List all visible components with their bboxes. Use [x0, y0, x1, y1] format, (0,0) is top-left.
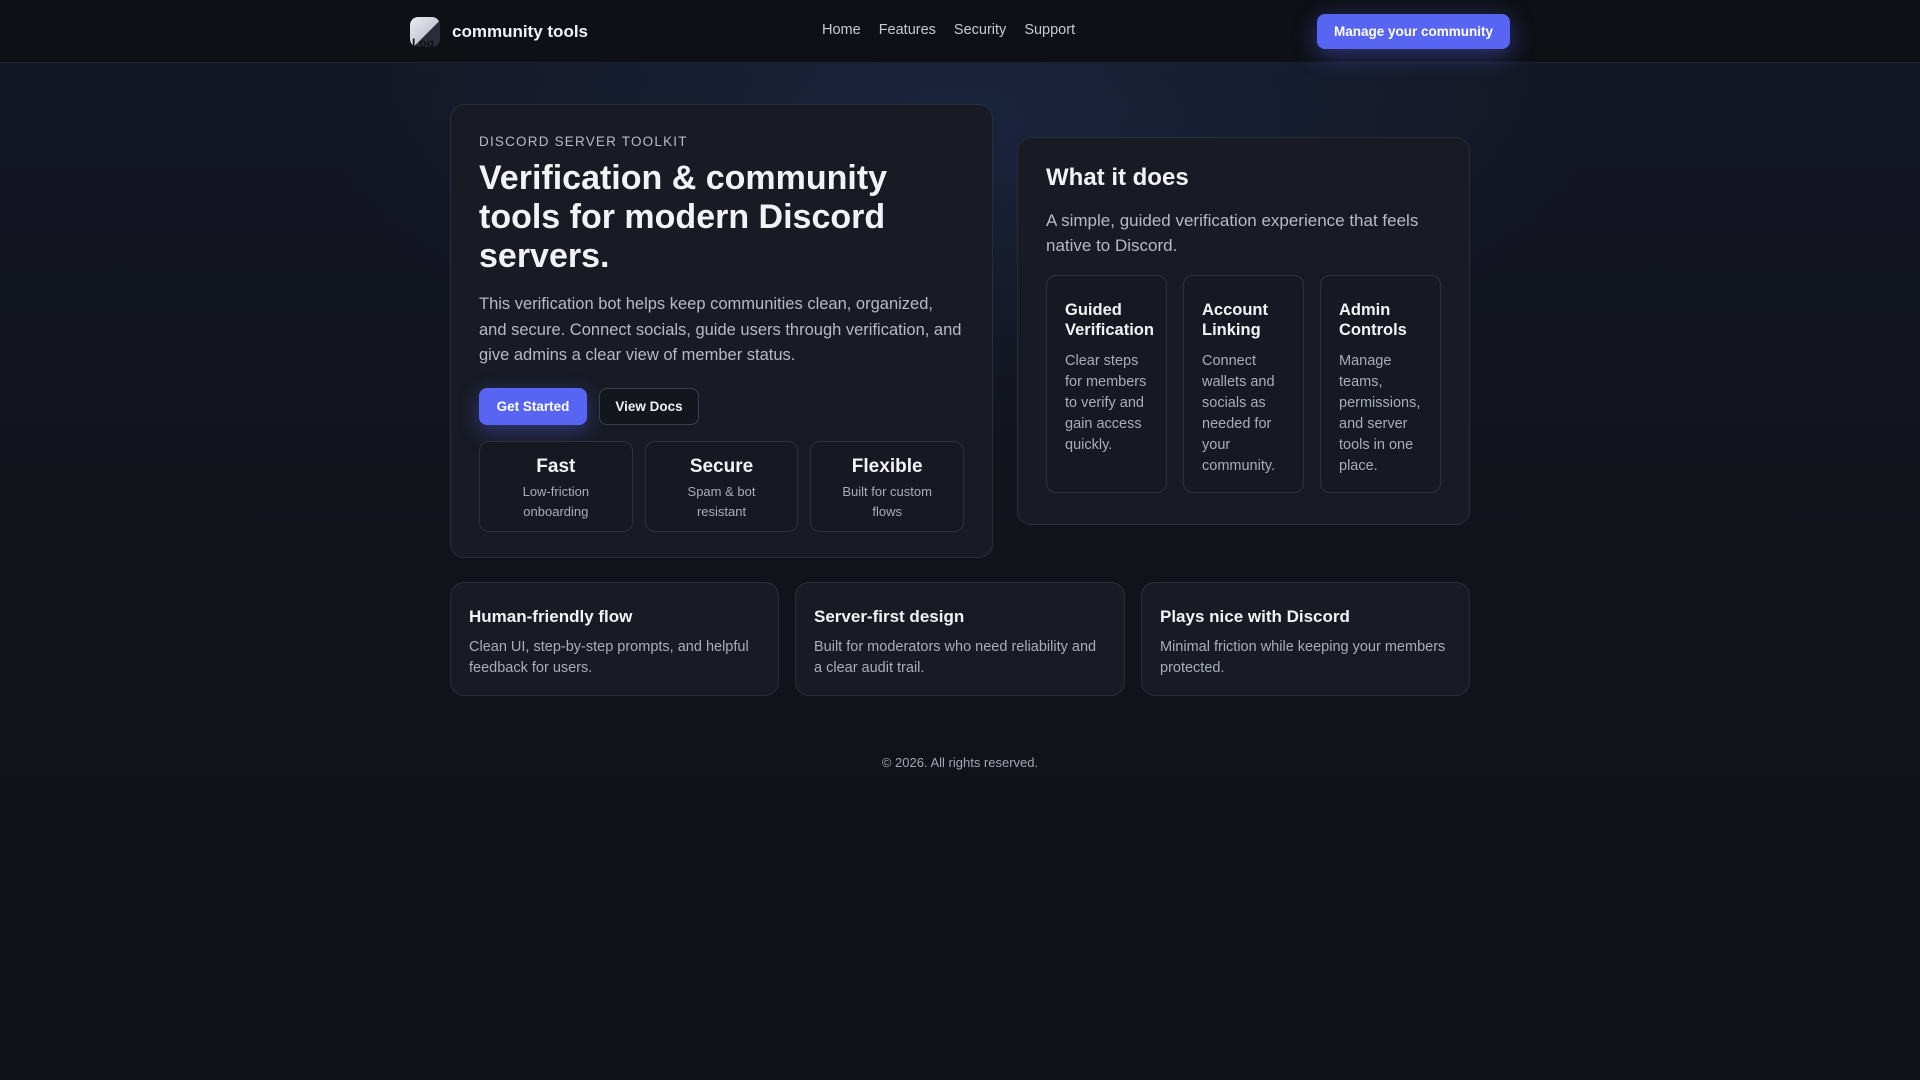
- what-it-does-description: A simple, guided verification experience…: [1046, 211, 1419, 255]
- stat-subtitle: Low-friction onboarding: [522, 483, 590, 519]
- nav-link-home[interactable]: Home: [822, 22, 861, 38]
- feature-description: Clear steps for members to verify and ga…: [1065, 353, 1147, 453]
- stat-card-secure: Secure Spam & bot resistant: [644, 440, 799, 532]
- brand[interactable]: Log community tools: [410, 17, 588, 47]
- highlight-description: Clean UI, step-by-step prompts, and help…: [469, 639, 749, 676]
- feature-title: Admin Controls: [1339, 301, 1407, 339]
- brand-name: community tools: [452, 22, 589, 41]
- highlight-title: Human-friendly flow: [469, 607, 633, 626]
- logo-alt-text: Log: [412, 36, 434, 47]
- stat-subtitle: Built for custom flows: [842, 483, 932, 519]
- highlight-card-plays-nice: Plays nice with Discord Minimal friction…: [1141, 582, 1470, 696]
- nav-link-support[interactable]: Support: [1024, 22, 1075, 38]
- highlight-title: Plays nice with Discord: [1160, 607, 1350, 626]
- copyright-text: © 2026. All rights reserved.: [881, 755, 1039, 770]
- get-started-button[interactable]: Get Started: [479, 387, 587, 425]
- feature-description: Manage teams, permissions, and server to…: [1339, 353, 1421, 474]
- feature-card-guided-verification: Guided Verification Clear steps for memb…: [1046, 275, 1167, 493]
- feature-title: Account Linking: [1202, 301, 1268, 339]
- highlight-description: Built for moderators who need reliabilit…: [814, 639, 1097, 676]
- highlight-card-human-friendly: Human-friendly flow Clean UI, step-by-st…: [450, 582, 779, 696]
- what-it-does-card: What it does A simple, guided verificati…: [1017, 137, 1470, 525]
- main-nav: Home Features Security Support: [822, 22, 1075, 38]
- stat-subtitle: Spam & bot resistant: [687, 483, 756, 519]
- stat-title: Secure: [689, 455, 754, 477]
- highlight-title: Server-first design: [814, 607, 965, 626]
- what-it-does-title: What it does: [1046, 164, 1189, 191]
- logo-image: Log: [410, 17, 440, 47]
- highlight-card-server-first: Server-first design Built for moderators…: [795, 582, 1125, 696]
- nav-link-security[interactable]: Security: [954, 22, 1006, 38]
- footer: © 2026. All rights reserved.: [0, 755, 1920, 770]
- feature-card-account-linking: Account Linking Connect wallets and soci…: [1183, 275, 1304, 493]
- hero-stats: Fast Low-friction onboarding Secure Spam…: [479, 440, 965, 532]
- feature-description: Connect wallets and socials as needed fo…: [1202, 353, 1276, 474]
- hero-eyebrow: DISCORD SERVER TOOLKIT: [479, 134, 688, 149]
- nav-link-features[interactable]: Features: [879, 22, 936, 38]
- feature-card-admin-controls: Admin Controls Manage teams, permissions…: [1320, 275, 1441, 493]
- highlight-description: Minimal friction while keeping your memb…: [1160, 639, 1446, 676]
- hero-description: This verification bot helps keep communi…: [479, 295, 962, 364]
- hero-card: DISCORD SERVER TOOLKIT Verification & co…: [450, 104, 993, 558]
- hero-title: Verification & community tools for moder…: [479, 159, 888, 275]
- top-navigation-bar: Log community tools Home Features Securi…: [0, 0, 1920, 63]
- stat-card-fast: Fast Low-friction onboarding: [479, 440, 633, 532]
- stat-card-flexible: Flexible Built for custom flows: [810, 440, 965, 532]
- view-docs-button[interactable]: View Docs: [599, 387, 699, 425]
- feature-title: Guided Verification: [1065, 301, 1154, 339]
- stat-title: Flexible: [851, 455, 923, 477]
- stat-title: Fast: [536, 455, 576, 477]
- hero-buttons: Get Started View Docs: [479, 387, 964, 425]
- feature-list: Guided Verification Clear steps for memb…: [1046, 275, 1441, 493]
- manage-community-button[interactable]: Manage your community: [1317, 14, 1510, 49]
